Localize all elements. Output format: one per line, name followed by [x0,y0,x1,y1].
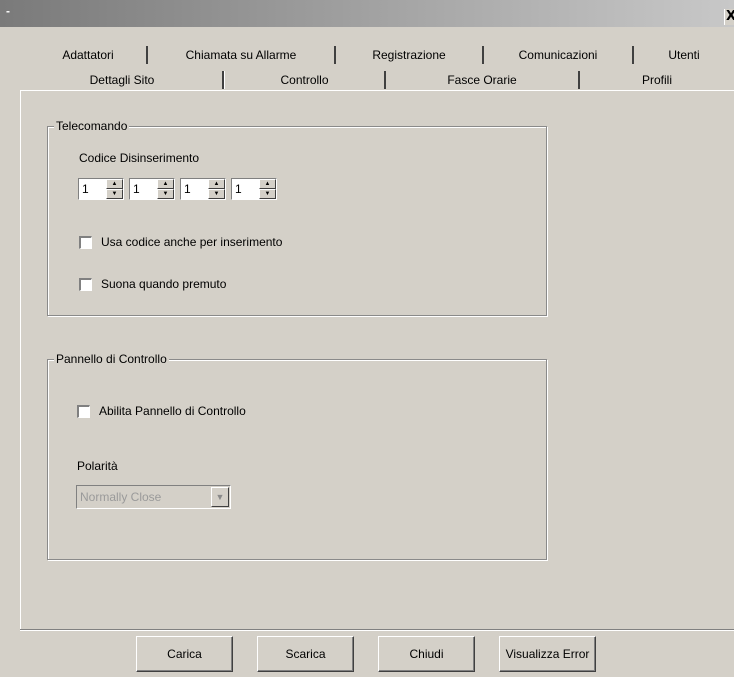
visualizza-errori-button[interactable]: Visualizza Error [499,636,596,672]
spin-up-icon[interactable]: ▲ [106,179,123,189]
tab-controllo[interactable]: Controllo [224,71,386,89]
enable-panel-checkbox[interactable] [77,405,90,418]
code-digit-4-spinner[interactable]: 1 ▲ ▼ [231,178,277,200]
chiudi-button[interactable]: Chiudi [378,636,475,672]
pannello-group: Pannello di Controllo [47,352,547,560]
spin-up-icon[interactable]: ▲ [208,179,225,189]
polarity-select[interactable]: Normally Close ▼ [76,485,231,509]
tab-row-1: Adattatori Chiamata su Allarme Registraz… [30,46,734,64]
tab-adattatori[interactable]: Adattatori [30,46,148,64]
code-digit-3-value[interactable]: 1 [181,179,208,199]
tab-row-2: Dettagli Sito Controllo Fasce Orarie Pro… [22,71,734,89]
code-digit-1-value[interactable]: 1 [79,179,106,199]
spin-down-icon[interactable]: ▼ [106,189,123,199]
code-label: Codice Disinserimento [79,151,200,165]
scarica-button[interactable]: Scarica [257,636,354,672]
window-title: - [6,4,10,18]
spin-down-icon[interactable]: ▼ [208,189,225,199]
use-code-checkbox[interactable] [79,236,92,249]
beep-checkbox[interactable] [79,278,92,291]
spin-up-icon[interactable]: ▲ [259,179,276,189]
tab-fasce-orarie[interactable]: Fasce Orarie [386,71,580,89]
tab-comunicazioni[interactable]: Comunicazioni [484,46,634,64]
code-digit-2-spinner[interactable]: 1 ▲ ▼ [129,178,175,200]
tab-chiamata-su-allarme[interactable]: Chiamata su Allarme [148,46,336,64]
polarity-value[interactable]: Normally Close [77,486,210,508]
enable-panel-label[interactable]: Abilita Pannello di Controllo [99,404,246,418]
spin-up-icon[interactable]: ▲ [157,179,174,189]
code-digit-4-value[interactable]: 1 [232,179,259,199]
code-digit-3-spinner[interactable]: 1 ▲ ▼ [180,178,226,200]
telecomando-title: Telecomando [54,119,130,133]
divider [20,629,734,631]
code-digit-1-spinner[interactable]: 1 ▲ ▼ [78,178,124,200]
tab-utenti[interactable]: Utenti [634,46,734,64]
chevron-down-icon[interactable]: ▼ [211,487,229,507]
tab-profili[interactable]: Profili [580,71,734,89]
tab-dettagli-sito[interactable]: Dettagli Sito [22,71,224,89]
spin-down-icon[interactable]: ▼ [157,189,174,199]
pannello-title: Pannello di Controllo [54,352,169,366]
spin-down-icon[interactable]: ▼ [259,189,276,199]
beep-label[interactable]: Suona quando premuto [101,277,226,291]
use-code-label[interactable]: Usa codice anche per inserimento [101,235,282,249]
polarity-label: Polarità [77,459,118,473]
carica-button[interactable]: Carica [136,636,233,672]
code-digit-2-value[interactable]: 1 [130,179,157,199]
close-button[interactable]: X [724,9,734,25]
title-bar: - X [0,0,734,27]
tab-registrazione[interactable]: Registrazione [336,46,484,64]
